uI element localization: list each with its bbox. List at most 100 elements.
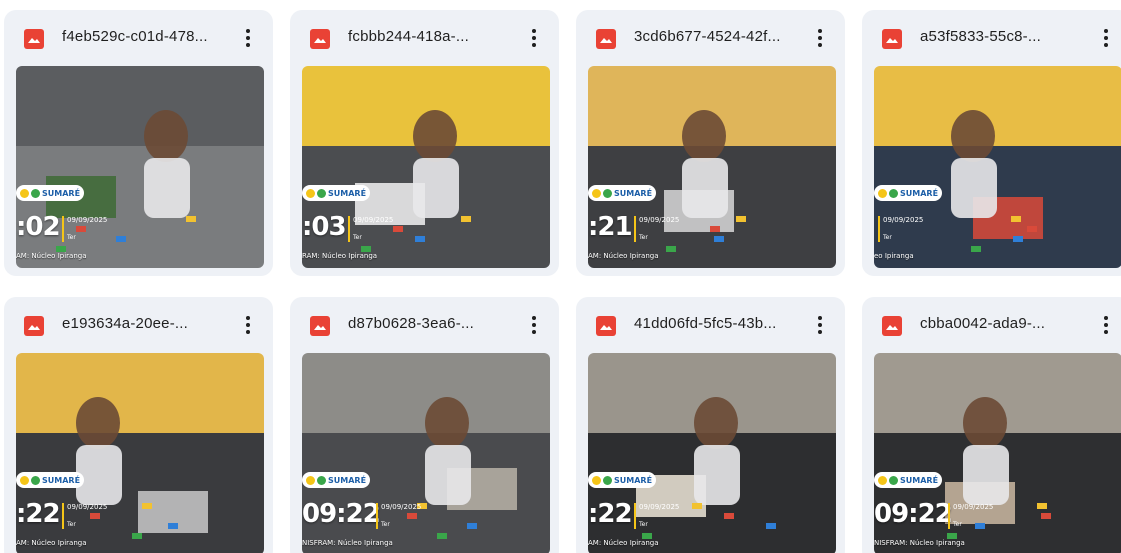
file-name: 41dd06fd-5fc5-43b... [634, 315, 777, 332]
file-card-header: fcbbb244-418a-... [290, 10, 559, 66]
file-name: a53f5833-55c8-... [920, 28, 1041, 45]
more-options-icon[interactable] [235, 312, 261, 338]
image-file-icon [596, 316, 616, 336]
file-card[interactable]: e193634a-20ee-... SUMARÉ:22 09/09/2025 … [4, 297, 273, 553]
file-card[interactable]: d87b0628-3ea6-... SUMARÉ 09:22 09/09/202… [290, 297, 559, 553]
stamp-time: :22 [16, 499, 61, 529]
stamp-date: 09/09/2025 [67, 216, 108, 224]
stamp-time: :03 [302, 212, 347, 242]
file-card-header: e193634a-20ee-... [4, 297, 273, 353]
stamp-logos: SUMARÉ [874, 184, 943, 202]
file-card[interactable]: cbba0042-ada9-... SUMARÉ 09:22 09/09/202… [862, 297, 1121, 553]
stamp-day: Ter [883, 234, 892, 241]
image-file-icon [882, 29, 902, 49]
image-thumbnail[interactable]: SUMARÉ :22 09/09/2025 Ter AM: Núcleo Ipi… [16, 353, 264, 553]
stamp-divider [62, 503, 64, 529]
image-file-icon [24, 29, 44, 49]
stamp-date: 09/09/2025 [883, 216, 924, 224]
stamp-day: Ter [953, 521, 962, 528]
stamp-location: AM: Núcleo Ipiranga [16, 539, 87, 547]
stamp-logos: SUMARÉ [302, 184, 371, 202]
more-options-icon[interactable] [521, 25, 547, 51]
stamp-date: 09/09/2025 [639, 216, 680, 224]
stamp-day: Ter [353, 234, 362, 241]
image-file-icon [882, 316, 902, 336]
stamp-divider [376, 503, 378, 529]
stamp-divider [948, 503, 950, 529]
stamp-day: Ter [639, 234, 648, 241]
stamp-time: :21 [588, 212, 633, 242]
file-name: d87b0628-3ea6-... [348, 315, 475, 332]
image-file-icon [596, 29, 616, 49]
more-options-icon[interactable] [235, 25, 261, 51]
file-name: e193634a-20ee-... [62, 315, 189, 332]
file-card-header: cbba0042-ada9-... [862, 297, 1121, 353]
city-logo: SUMARÉ [16, 472, 85, 488]
stamp-location: NISFRAM: Núcleo Ipiranga [874, 539, 965, 547]
stamp-date: 09/09/2025 [639, 503, 680, 511]
stamp-location: AM: Núcleo Ipiranga [588, 539, 659, 547]
image-thumbnail[interactable]: SUMARÉ 09:22 09/09/2025 Ter NISFRAM: Núc… [302, 353, 550, 553]
city-logo: SUMARÉ [588, 472, 657, 488]
image-thumbnail[interactable]: SUMARÉ :21 09/09/2025 Ter AM: Núcleo Ipi… [588, 66, 836, 268]
image-file-icon [310, 29, 330, 49]
stamp-location: eo Ipiranga [874, 252, 914, 260]
stamp-time: 09:22 [874, 499, 953, 529]
stamp-divider [62, 216, 64, 242]
file-card[interactable]: fcbbb244-418a-... SUMARÉ:03 09/09/2025 … [290, 10, 559, 276]
stamp-date: 09/09/2025 [381, 503, 422, 511]
more-options-icon[interactable] [521, 312, 547, 338]
city-logo: SUMARÉ [302, 472, 371, 488]
stamp-day: Ter [67, 521, 76, 528]
file-name: 3cd6b677-4524-42f... [634, 28, 781, 45]
more-options-icon[interactable] [1093, 312, 1119, 338]
city-logo: SUMARÉ [16, 185, 85, 201]
image-file-icon [310, 316, 330, 336]
stamp-logos: SUMARÉ [16, 471, 85, 489]
stamp-divider [634, 216, 636, 242]
image-thumbnail[interactable]: SUMARÉ :02 09/09/2025 Ter AM: Núcleo Ipi… [16, 66, 264, 268]
file-card[interactable]: 41dd06fd-5fc5-43b... SUMARÉ:22 09/09/20… [576, 297, 845, 553]
city-logo: SUMARÉ [874, 185, 943, 201]
stamp-location: AM: Núcleo Ipiranga [16, 252, 87, 260]
photo-preview [874, 66, 1121, 268]
stamp-date: 09/09/2025 [953, 503, 994, 511]
file-card-header: f4eb529c-c01d-478... [4, 10, 273, 66]
more-options-icon[interactable] [807, 312, 833, 338]
file-card-header: d87b0628-3ea6-... [290, 297, 559, 353]
image-thumbnail[interactable]: SUMARÉ :03 09/09/2025 Ter RAM: Núcleo Ip… [302, 66, 550, 268]
image-thumbnail[interactable]: SUMARÉ 09/09/2025 Ter eo Ipiranga [874, 66, 1121, 268]
file-name: cbba0042-ada9-... [920, 315, 1046, 332]
image-file-icon [24, 316, 44, 336]
stamp-logos: SUMARÉ [302, 471, 371, 489]
stamp-time: :02 [16, 212, 61, 242]
image-thumbnail[interactable]: SUMARÉ 09:22 09/09/2025 Ter NISFRAM: Núc… [874, 353, 1121, 553]
stamp-date: 09/09/2025 [67, 503, 108, 511]
stamp-divider [878, 216, 880, 242]
city-logo: SUMARÉ [302, 185, 371, 201]
file-name: fcbbb244-418a-... [348, 28, 469, 45]
stamp-time: 09:22 [302, 499, 381, 529]
stamp-logos: SUMARÉ [16, 184, 85, 202]
file-card-header: 41dd06fd-5fc5-43b... [576, 297, 845, 353]
file-name: f4eb529c-c01d-478... [62, 28, 208, 45]
file-card[interactable]: f4eb529c-c01d-478... SUMARÉ:02 09/09/20… [4, 10, 273, 276]
file-card[interactable]: 3cd6b677-4524-42f... SUMARÉ:21 09/09/20… [576, 10, 845, 276]
city-logo: SUMARÉ [588, 185, 657, 201]
file-card-header: a53f5833-55c8-... [862, 10, 1121, 66]
stamp-day: Ter [381, 521, 390, 528]
stamp-divider [348, 216, 350, 242]
stamp-location: RAM: Núcleo Ipiranga [302, 252, 378, 260]
stamp-logos: SUMARÉ [588, 184, 657, 202]
more-options-icon[interactable] [807, 25, 833, 51]
image-thumbnail[interactable]: SUMARÉ :22 09/09/2025 Ter AM: Núcleo Ipi… [588, 353, 836, 553]
stamp-logos: SUMARÉ [874, 471, 943, 489]
stamp-time: :22 [588, 499, 633, 529]
city-logo: SUMARÉ [874, 472, 943, 488]
stamp-day: Ter [67, 234, 76, 241]
stamp-logos: SUMARÉ [588, 471, 657, 489]
file-card-header: 3cd6b677-4524-42f... [576, 10, 845, 66]
more-options-icon[interactable] [1093, 25, 1119, 51]
file-card[interactable]: a53f5833-55c8-... SUMARÉ 09/09/2025 Ter … [862, 10, 1121, 276]
stamp-day: Ter [639, 521, 648, 528]
